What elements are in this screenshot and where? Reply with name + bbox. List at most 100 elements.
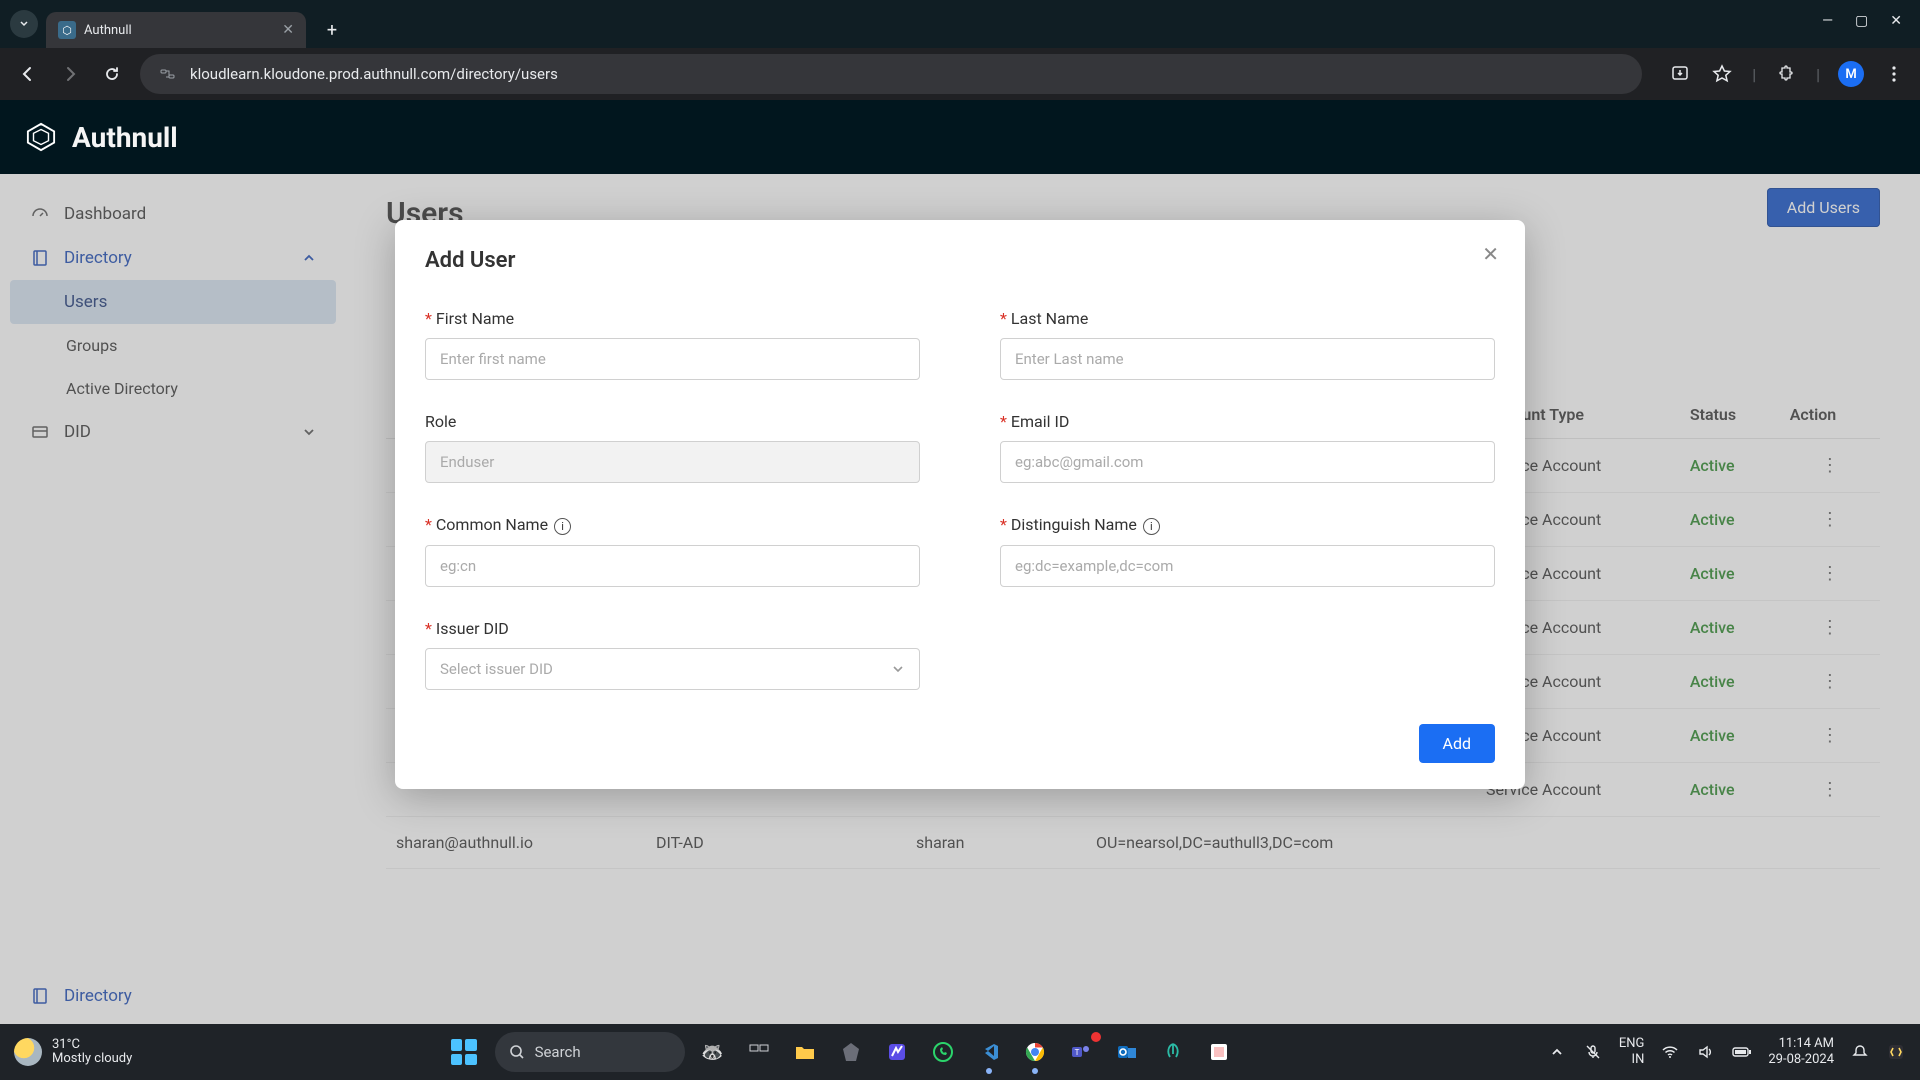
volume-icon[interactable] [1696,1042,1716,1062]
taskbar-app-obsidian[interactable] [833,1034,869,1070]
label-issuer-did: *Issuer DID [425,619,920,638]
chrome-menu-icon[interactable] [1882,62,1906,86]
close-icon[interactable]: ✕ [1890,13,1902,29]
chevron-down-icon [891,662,905,676]
label-common-name: *Common Namei [425,515,920,535]
taskbar-app-snip[interactable] [1201,1034,1237,1070]
clock-date: 29-08-2024 [1768,1052,1834,1068]
reload-button[interactable] [98,60,126,88]
browser-tab[interactable]: ⬡ Authnull ✕ [46,12,306,48]
issuer-did-select[interactable]: Select issuer DID [425,648,920,690]
taskbar-search[interactable]: Search [495,1032,685,1072]
last-name-input[interactable] [1000,338,1495,380]
back-button[interactable] [14,60,42,88]
search-placeholder: Search [535,1043,581,1061]
extensions-icon[interactable] [1774,62,1798,86]
modal-close-icon[interactable]: ✕ [1482,242,1499,266]
maximize-icon[interactable]: ▢ [1855,13,1868,29]
browser-titlebar: ⬡ Authnull ✕ + ― ▢ ✕ [0,0,1920,48]
clock-time: 11:14 AM [1779,1036,1834,1052]
clock[interactable]: 11:14 AM 29-08-2024 [1768,1036,1834,1067]
search-icon [509,1044,525,1060]
field-distinguish-name: *Distinguish Namei [1000,515,1495,587]
mic-muted-icon[interactable] [1583,1042,1603,1062]
avatar-initial: M [1845,67,1856,82]
forward-button[interactable] [56,60,84,88]
label-last-name: *Last Name [1000,309,1495,328]
modal-overlay[interactable]: Add User ✕ *First Name *Last Name Role *… [0,174,1920,1024]
field-email: *Email ID [1000,412,1495,483]
label-text: Last Name [1011,309,1088,328]
site-info-icon[interactable] [158,64,178,84]
weather-temp: 31°C [52,1038,132,1052]
weather-cond: Mostly cloudy [52,1052,132,1066]
system-tray: ENG IN 11:14 AM 29-08-2024 [1547,1036,1906,1067]
new-tab-button[interactable]: + [316,14,348,46]
role-input [425,441,920,483]
notifications-icon[interactable] [1850,1042,1870,1062]
common-name-input[interactable] [425,545,920,587]
taskbar-app-outlook[interactable] [1109,1034,1145,1070]
info-icon[interactable]: i [554,518,571,535]
bookmark-icon[interactable] [1710,62,1734,86]
separator: | [1816,65,1820,84]
add-user-modal: Add User ✕ *First Name *Last Name Role *… [395,220,1525,789]
language-indicator[interactable]: ENG IN [1619,1036,1645,1067]
taskbar-app-manifold[interactable] [879,1034,915,1070]
taskbar-weather[interactable]: 31°C Mostly cloudy [14,1038,132,1067]
start-button[interactable] [443,1031,485,1073]
taskbar-app-vscode[interactable] [971,1034,1007,1070]
url-text: kloudlearn.kloudone.prod.authnull.com/di… [190,65,558,83]
label-email: *Email ID [1000,412,1495,431]
taskbar-app-explorer[interactable] [787,1034,823,1070]
label-distinguish-name: *Distinguish Namei [1000,515,1495,535]
distinguish-name-input[interactable] [1000,545,1495,587]
info-icon[interactable]: i [1143,518,1160,535]
tray-overflow-icon[interactable] [1547,1042,1567,1062]
app-name: Authnull [72,121,178,154]
label-text: Issuer DID [436,619,509,638]
browser-toolbar: kloudlearn.kloudone.prod.authnull.com/di… [0,48,1920,100]
field-role: Role [425,412,920,483]
lang-line2: IN [1632,1052,1645,1068]
separator: | [1752,65,1756,84]
address-bar[interactable]: kloudlearn.kloudone.prod.authnull.com/di… [140,54,1642,94]
label-first-name: *First Name [425,309,920,328]
taskbar-app-misc[interactable]: 🦝 [695,1034,731,1070]
add-button[interactable]: Add [1419,724,1495,763]
copilot-icon[interactable] [1886,1042,1906,1062]
svg-text:T: T [1074,1048,1079,1057]
taskbar-app-whatsapp[interactable] [925,1034,961,1070]
taskbar-app-gitkraken[interactable] [1155,1034,1191,1070]
taskbar-app-teams[interactable]: T [1063,1034,1099,1070]
label-text: Distinguish Name [1011,515,1137,534]
tab-close-icon[interactable]: ✕ [282,22,294,38]
minimize-icon[interactable]: ― [1822,13,1833,29]
button-label: Add [1443,734,1471,753]
window-controls: ― ▢ ✕ [1822,13,1920,29]
field-issuer-did: *Issuer DID Select issuer DID [425,619,920,690]
lang-line1: ENG [1619,1036,1645,1052]
favicon-icon: ⬡ [58,21,76,39]
app-header: Authnull [0,100,1920,174]
taskbar-app-chrome[interactable] [1017,1034,1053,1070]
profile-avatar[interactable]: M [1838,61,1864,87]
first-name-input[interactable] [425,338,920,380]
windows-taskbar: 31°C Mostly cloudy Search 🦝 T ENG IN [0,1024,1920,1080]
battery-icon[interactable] [1732,1042,1752,1062]
email-input[interactable] [1000,441,1495,483]
label-role: Role [425,412,920,431]
label-text: Common Name [436,515,548,534]
app-logo-icon [26,122,56,152]
install-app-icon[interactable] [1668,62,1692,86]
select-placeholder: Select issuer DID [440,660,553,678]
taskbar-app-taskview[interactable] [741,1034,777,1070]
weather-icon [14,1038,42,1066]
field-common-name: *Common Namei [425,515,920,587]
modal-title: Add User [425,248,1495,273]
label-text: Email ID [1011,412,1069,431]
app-body: Dashboard Directory Users Groups Active … [0,174,1920,1024]
label-text: First Name [436,309,514,328]
tab-search-button[interactable] [10,10,38,38]
wifi-icon[interactable] [1660,1042,1680,1062]
